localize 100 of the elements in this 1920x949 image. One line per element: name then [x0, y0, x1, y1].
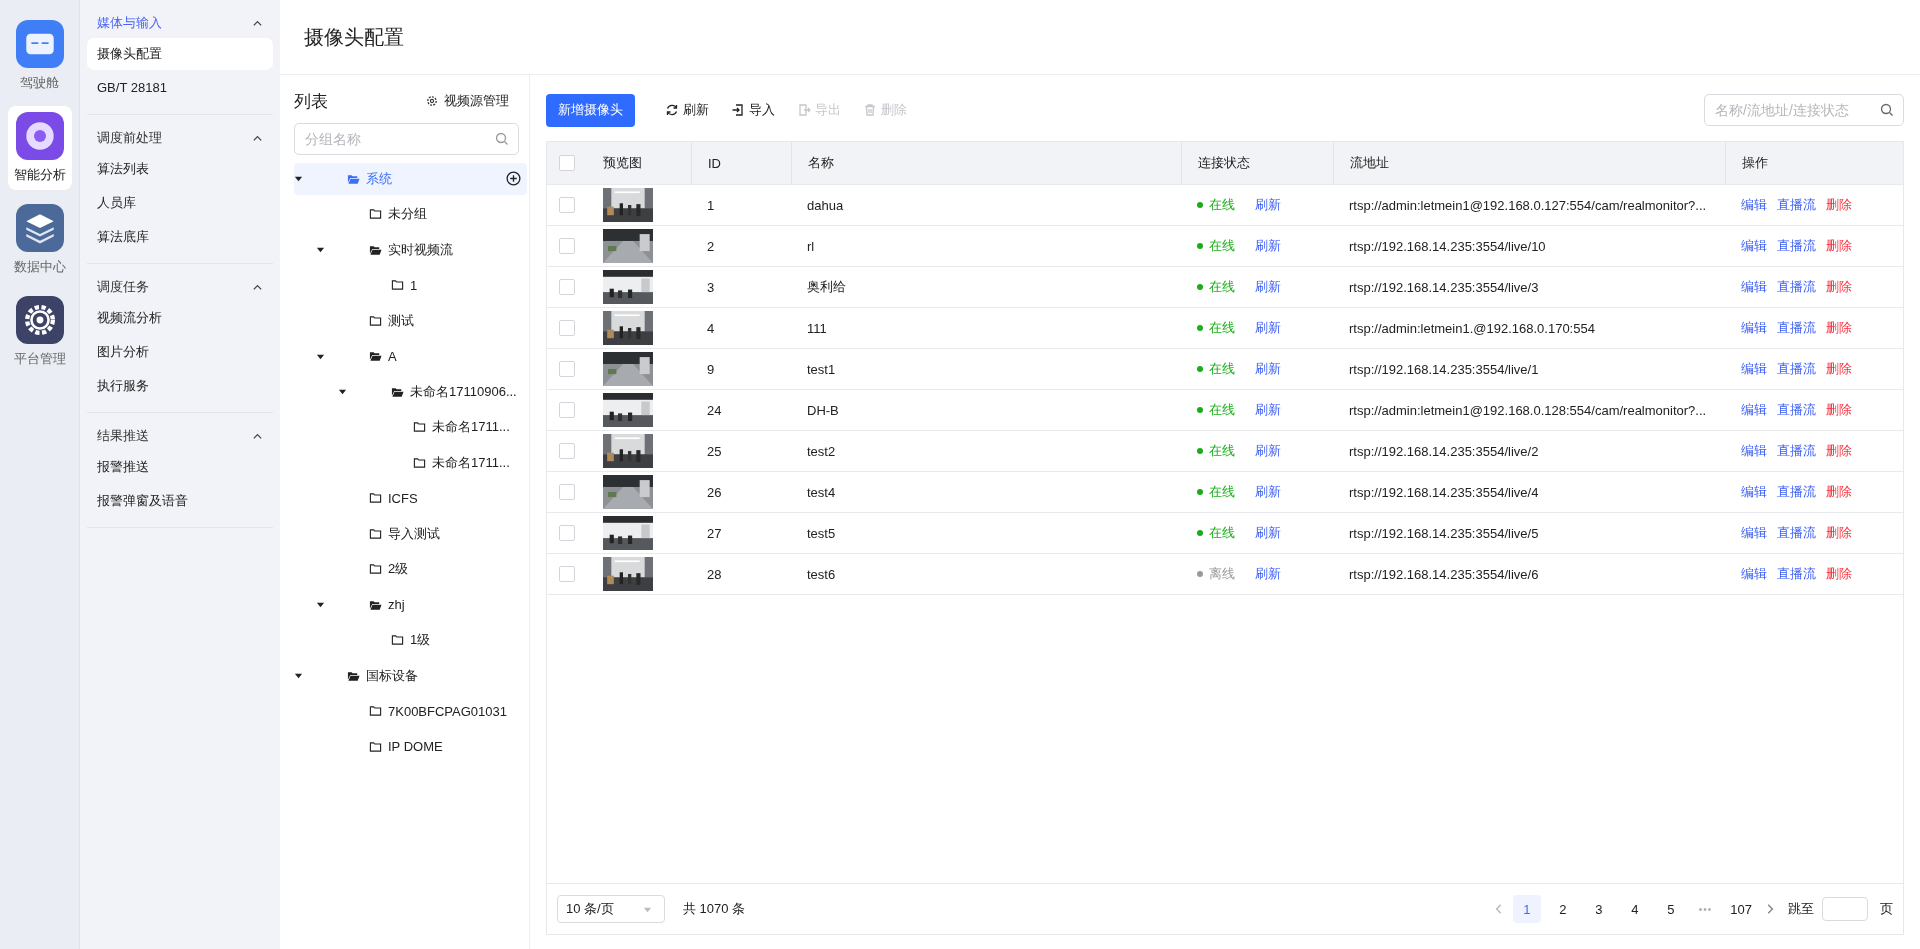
- toolbar-button[interactable]: 刷新: [659, 101, 715, 119]
- action-link[interactable]: 删除: [1826, 483, 1852, 501]
- action-link[interactable]: 编辑: [1741, 565, 1767, 583]
- tree-item[interactable]: 系统: [294, 162, 527, 195]
- action-link[interactable]: 直播流: [1777, 401, 1816, 419]
- select-all-checkbox[interactable]: [559, 155, 575, 171]
- action-link[interactable]: 编辑: [1741, 196, 1767, 214]
- refresh-link[interactable]: 刷新: [1255, 565, 1281, 583]
- action-link[interactable]: 直播流: [1777, 278, 1816, 296]
- action-link[interactable]: 删除: [1826, 524, 1852, 542]
- action-link[interactable]: 直播流: [1777, 237, 1816, 255]
- tree-item[interactable]: zhj: [316, 588, 527, 621]
- action-link[interactable]: 编辑: [1741, 401, 1767, 419]
- action-link[interactable]: 删除: [1826, 401, 1852, 419]
- action-link[interactable]: 直播流: [1777, 483, 1816, 501]
- rail-item[interactable]: 平台管理: [7, 290, 72, 374]
- toolbar-button[interactable]: 导入: [725, 101, 781, 119]
- menu-group-header[interactable]: 结果推送: [87, 423, 273, 449]
- action-link[interactable]: 直播流: [1777, 442, 1816, 460]
- refresh-link[interactable]: 刷新: [1255, 401, 1281, 419]
- rail-item[interactable]: 数据中心: [7, 198, 72, 282]
- page-input[interactable]: [1822, 897, 1868, 921]
- row-checkbox[interactable]: [559, 525, 575, 541]
- action-link[interactable]: 直播流: [1777, 360, 1816, 378]
- tree-item[interactable]: 未命名1711...: [360, 446, 527, 479]
- menu-item[interactable]: 报警推送: [87, 451, 273, 483]
- tree-item[interactable]: ICFS: [316, 482, 527, 515]
- search-field[interactable]: 分组名称: [294, 123, 519, 155]
- action-link[interactable]: 编辑: [1741, 483, 1767, 501]
- menu-item[interactable]: 人员库: [87, 187, 273, 219]
- action-link[interactable]: 删除: [1826, 565, 1852, 583]
- tree-item[interactable]: A: [316, 340, 527, 373]
- menu-item[interactable]: 执行服务: [87, 370, 273, 402]
- menu-item[interactable]: GB/T 28181: [87, 72, 273, 104]
- page-size-select[interactable]: 10 条/页: [557, 895, 665, 923]
- menu-group-header[interactable]: 媒体与输入: [87, 10, 273, 36]
- tree-item[interactable]: 1: [338, 269, 527, 302]
- refresh-link[interactable]: 刷新: [1255, 196, 1281, 214]
- search-field[interactable]: 名称/流地址/连接状态: [1704, 94, 1904, 126]
- menu-item[interactable]: 报警弹窗及语音: [87, 485, 273, 517]
- menu-item[interactable]: 视频流分析: [87, 302, 273, 334]
- rail-item[interactable]: 智能分析: [7, 106, 72, 190]
- action-link[interactable]: 删除: [1826, 237, 1852, 255]
- row-checkbox[interactable]: [559, 443, 575, 459]
- tree-item[interactable]: 国标设备: [294, 659, 527, 692]
- add-camera-button[interactable]: 新增摄像头: [546, 93, 635, 127]
- menu-group-header[interactable]: 调度前处理: [87, 125, 273, 151]
- action-link[interactable]: 删除: [1826, 319, 1852, 337]
- action-link[interactable]: 编辑: [1741, 237, 1767, 255]
- tree-item[interactable]: 测试: [316, 304, 527, 337]
- action-link[interactable]: 删除: [1826, 278, 1852, 296]
- tree-item[interactable]: 导入测试: [316, 517, 527, 550]
- page-button[interactable]: 1: [1512, 895, 1541, 923]
- action-link[interactable]: 直播流: [1777, 196, 1816, 214]
- refresh-link[interactable]: 刷新: [1255, 360, 1281, 378]
- refresh-link[interactable]: 刷新: [1255, 319, 1281, 337]
- refresh-link[interactable]: 刷新: [1255, 442, 1281, 460]
- tree-item[interactable]: 2级: [316, 553, 527, 586]
- tree-item[interactable]: 实时视频流: [316, 233, 527, 266]
- refresh-link[interactable]: 刷新: [1255, 278, 1281, 296]
- refresh-link[interactable]: 刷新: [1255, 237, 1281, 255]
- tree-item[interactable]: IP DOME: [316, 730, 527, 763]
- row-checkbox[interactable]: [559, 361, 575, 377]
- page-button[interactable]: 107: [1726, 895, 1756, 923]
- action-link[interactable]: 删除: [1826, 442, 1852, 460]
- menu-group-header[interactable]: 调度任务: [87, 274, 273, 300]
- refresh-link[interactable]: 刷新: [1255, 483, 1281, 501]
- action-link[interactable]: 直播流: [1777, 524, 1816, 542]
- action-link[interactable]: 编辑: [1741, 442, 1767, 460]
- refresh-link[interactable]: 刷新: [1255, 524, 1281, 542]
- row-checkbox[interactable]: [559, 238, 575, 254]
- menu-item[interactable]: 算法底库: [87, 221, 273, 253]
- action-link[interactable]: 编辑: [1741, 360, 1767, 378]
- row-checkbox[interactable]: [559, 197, 575, 213]
- tree-item[interactable]: 未分组: [316, 198, 527, 231]
- manage-button[interactable]: 视频源管理: [426, 92, 509, 110]
- action-link[interactable]: 编辑: [1741, 278, 1767, 296]
- tree-item[interactable]: 7K00BFCPAG01031: [316, 695, 527, 728]
- row-checkbox[interactable]: [559, 566, 575, 582]
- page-button[interactable]: 4: [1620, 895, 1649, 923]
- add-icon[interactable]: [506, 171, 521, 187]
- page-button[interactable]: 5: [1656, 895, 1685, 923]
- row-checkbox[interactable]: [559, 402, 575, 418]
- action-link[interactable]: 删除: [1826, 196, 1852, 214]
- action-link[interactable]: 编辑: [1741, 319, 1767, 337]
- menu-item[interactable]: 图片分析: [87, 336, 273, 368]
- action-link[interactable]: 直播流: [1777, 565, 1816, 583]
- action-link[interactable]: 直播流: [1777, 319, 1816, 337]
- row-checkbox[interactable]: [559, 279, 575, 295]
- tree-item[interactable]: 未命名17110906...: [338, 375, 527, 408]
- menu-item[interactable]: 算法列表: [87, 153, 273, 185]
- action-link[interactable]: 删除: [1826, 360, 1852, 378]
- row-checkbox[interactable]: [559, 320, 575, 336]
- page-button[interactable]: 3: [1584, 895, 1613, 923]
- menu-item[interactable]: 摄像头配置: [87, 38, 273, 70]
- rail-item[interactable]: 驾驶舱: [7, 14, 72, 98]
- tree-item[interactable]: 1级: [338, 624, 527, 657]
- row-checkbox[interactable]: [559, 484, 575, 500]
- page-button[interactable]: 2: [1548, 895, 1577, 923]
- tree-item[interactable]: 未命名1711...: [360, 411, 527, 444]
